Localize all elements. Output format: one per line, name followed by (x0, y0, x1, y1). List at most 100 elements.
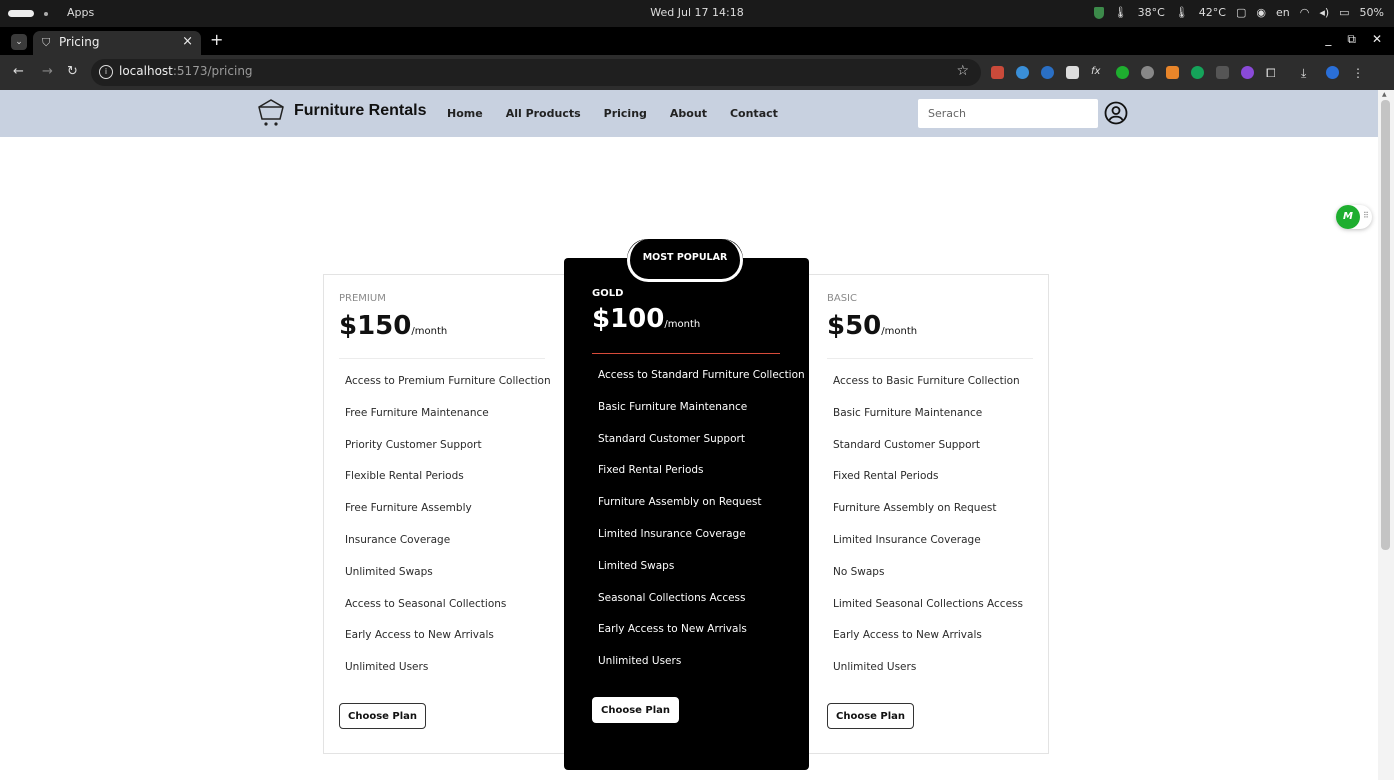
gpu-temp: 42°C (1198, 6, 1226, 19)
list-item: Early Access to New Arrivals (598, 623, 747, 636)
list-item: Limited Seasonal Collections Access (833, 597, 1023, 610)
search-input[interactable] (918, 99, 1098, 128)
shield-icon[interactable] (1093, 6, 1104, 19)
grammarly-icon[interactable] (1191, 66, 1204, 79)
download-icon[interactable]: ⤓ (1301, 66, 1314, 80)
thermometer-icon: 🌡 (1174, 6, 1189, 19)
volume-icon[interactable]: ◂) (1319, 6, 1329, 19)
list-item: Access to Premium Furniture Collection (345, 375, 551, 387)
feature-list: Access to Standard Furniture Collection … (598, 368, 805, 686)
plan-tier: GOLD (592, 288, 624, 299)
nav-home[interactable]: Home (447, 107, 483, 120)
extension-icon[interactable] (1041, 66, 1054, 79)
widget-logo[interactable]: M (1336, 205, 1360, 229)
fx-extension-icon[interactable]: fx (1091, 66, 1104, 79)
more-vertical-icon[interactable]: ⋮ (1352, 66, 1365, 80)
profile-avatar-icon[interactable] (1326, 66, 1339, 79)
extension-icon[interactable] (991, 66, 1004, 79)
close-icon[interactable]: × (182, 34, 193, 49)
choose-plan-button[interactable]: Choose Plan (339, 703, 427, 729)
page-scrollbar[interactable]: ▲ (1378, 90, 1394, 780)
system-tray: 🌡 38°C 🌡 42°C ▢ ◉ en ◠ ◂) ▭ 50% (1093, 6, 1384, 19)
url-text[interactable]: localhost:5173/pricing (119, 64, 253, 78)
list-item: Access to Standard Furniture Collection (598, 369, 805, 381)
list-item: Standard Customer Support (833, 438, 980, 451)
bookmark-star-icon[interactable]: ☆ (956, 63, 969, 79)
list-item: Access to Seasonal Collections (345, 597, 507, 610)
plan-price: $50/month (827, 311, 917, 341)
cpu-temp: 38°C (1137, 6, 1165, 19)
nav-pricing[interactable]: Pricing (604, 107, 647, 120)
thermometer-icon: 🌡 (1113, 6, 1128, 19)
list-item: Standard Customer Support (598, 432, 745, 445)
price-amount: $100 (592, 304, 665, 334)
tab-title: Pricing (59, 35, 100, 49)
list-item: Basic Furniture Maintenance (598, 400, 748, 413)
extension-icon[interactable] (1241, 66, 1254, 79)
nav-contact[interactable]: Contact (730, 107, 778, 120)
list-item: Early Access to New Arrivals (345, 629, 494, 642)
main-nav: Home All Products Pricing About Contact (447, 107, 801, 120)
user-account-icon[interactable] (1104, 101, 1128, 125)
nav-all-products[interactable]: All Products (506, 107, 581, 120)
most-popular-badge: MOST POPULAR (627, 239, 743, 282)
list-item: Free Furniture Maintenance (345, 406, 489, 419)
extension-icon[interactable] (1016, 66, 1029, 79)
tab-pricing[interactable]: ⛉ Pricing × (33, 31, 201, 55)
url-path: :5173/pricing (172, 64, 253, 78)
list-item: Furniture Assembly on Request (833, 502, 997, 515)
divider (592, 353, 780, 354)
list-item: Limited Insurance Coverage (598, 527, 746, 540)
plan-tier: BASIC (827, 293, 857, 304)
divider (827, 358, 1033, 359)
language-indicator[interactable]: en (1276, 6, 1290, 19)
plan-tier: PREMIUM (339, 293, 386, 304)
url-host: localhost (119, 64, 173, 78)
floating-extension-widget[interactable]: M ⠿ (1336, 205, 1372, 229)
extension-icon[interactable] (1116, 66, 1129, 79)
extensions-puzzle-icon[interactable]: ⧠ (1266, 66, 1279, 80)
drag-grip-icon[interactable]: ⠿ (1363, 211, 1369, 220)
address-bar[interactable]: i localhost:5173/pricing ☆ (91, 59, 981, 86)
plan-card-basic: BASIC $50/month Access to Basic Furnitur… (803, 274, 1049, 754)
scrollbar-thumb[interactable] (1381, 100, 1390, 550)
cart-logo-icon[interactable] (256, 97, 286, 131)
extension-icon[interactable] (1141, 66, 1154, 79)
list-item: Seasonal Collections Access (598, 591, 746, 604)
forward-arrow-icon[interactable]: → (42, 64, 53, 79)
extension-icon[interactable] (1066, 66, 1079, 79)
accessibility-icon[interactable]: ◉ (1256, 6, 1266, 19)
list-item: Limited Swaps (598, 559, 675, 572)
feature-list: Access to Basic Furniture Collection Bas… (833, 374, 1023, 692)
plan-card-gold: GOLD $100/month Access to Standard Furni… (564, 258, 809, 770)
window-controls: _ ⧉ ✕ (1325, 32, 1382, 47)
restore-icon[interactable]: ⧉ (1347, 32, 1356, 47)
price-amount: $50 (827, 311, 882, 341)
cart-favicon-icon: ⛉ (42, 36, 51, 49)
wifi-icon[interactable]: ◠ (1300, 6, 1310, 19)
extension-icon[interactable] (1166, 66, 1179, 79)
site-header: Furniture Rentals Home All Products Pric… (0, 90, 1378, 137)
list-item: Furniture Assembly on Request (598, 496, 762, 509)
nav-about[interactable]: About (670, 107, 707, 120)
list-item: Basic Furniture Maintenance (833, 406, 983, 419)
browser-toolbar: ← → ↻ i localhost:5173/pricing ☆ fx ⧠ ⤓ … (0, 55, 1394, 90)
window-close-icon[interactable]: ✕ (1372, 32, 1382, 47)
brand-name[interactable]: Furniture Rentals (294, 102, 426, 120)
tab-search-chevron-icon[interactable]: ⌄ (11, 34, 27, 50)
list-item: Priority Customer Support (345, 438, 482, 451)
list-item: No Swaps (833, 565, 885, 578)
choose-plan-button[interactable]: Choose Plan (827, 703, 915, 729)
choose-plan-button[interactable]: Choose Plan (592, 697, 680, 723)
list-item: Early Access to New Arrivals (833, 629, 982, 642)
back-arrow-icon[interactable]: ← (13, 64, 24, 79)
clipboard-icon[interactable]: ▢ (1236, 6, 1246, 19)
site-info-icon[interactable]: i (99, 65, 113, 79)
reload-icon[interactable]: ↻ (67, 64, 78, 79)
scroll-up-icon[interactable]: ▲ (1382, 91, 1387, 98)
extension-icon[interactable] (1216, 66, 1229, 79)
new-tab-plus-icon[interactable]: + (210, 30, 223, 49)
list-item: Limited Insurance Coverage (833, 533, 981, 546)
battery-icon[interactable]: ▭ (1339, 6, 1349, 19)
minimize-icon[interactable]: _ (1325, 32, 1331, 47)
